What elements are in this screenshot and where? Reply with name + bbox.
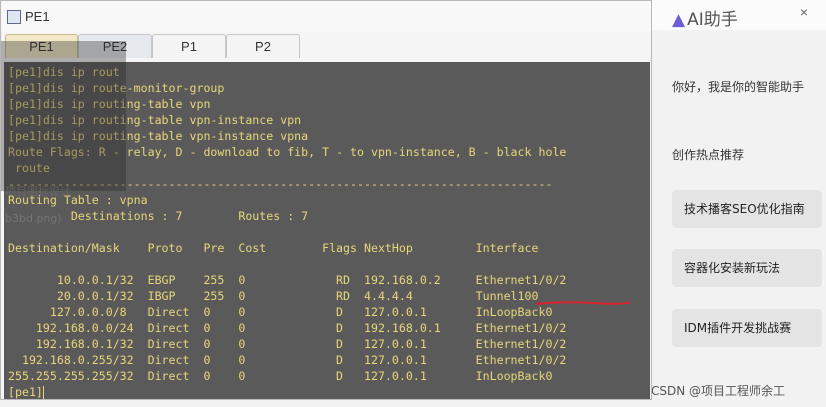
app-icon — [7, 10, 21, 24]
close-icon[interactable]: × — [792, 4, 816, 22]
terminal-line: 255.255.255.255/32 Direct 0 0 D 127.0.0.… — [8, 369, 553, 383]
ghost-text: 项目图标设计 — [5, 185, 71, 198]
terminal-line: 192.168.0.1/32 Direct 0 0 D 127.0.0.1 Et… — [8, 337, 567, 351]
watermark: CSDN @项目工程师余工 — [651, 384, 786, 398]
hot-topics-title: 创作热点推荐 — [672, 148, 745, 162]
terminal-line: Destination/Mask Proto Pre Cost Flags Ne… — [8, 241, 539, 255]
assistant-name: AI助手 — [687, 10, 738, 30]
terminal-line: 127.0.0.0/8 Direct 0 0 D 127.0.0.1 InLoo… — [8, 305, 553, 319]
terminal-prompt[interactable]: [pe1] — [8, 384, 44, 399]
annotation-underline — [535, 301, 631, 305]
ai-logo-icon: ▲ — [672, 10, 686, 30]
ghost-text: b3bd.png) — [5, 212, 62, 225]
text-cursor — [42, 386, 44, 399]
terminal-line: 10.0.0.1/32 EBGP 255 0 RD 192.168.0.2 Et… — [8, 273, 567, 287]
terminal-line: 192.168.0.255/32 Direct 0 0 D 127.0.0.1 … — [8, 353, 567, 367]
terminal-line: 20.0.0.1/32 IBGP 255 0 RD 4.4.4.4 Tunnel… — [8, 289, 539, 303]
tab-p1[interactable]: P1 — [152, 34, 226, 58]
hot-topic-item[interactable]: 容器化安装新玩法 — [672, 249, 822, 287]
terminal-line: 192.168.0.0/24 Direct 0 0 D 192.168.0.1 … — [8, 321, 567, 335]
prompt-text: [pe1] — [8, 385, 43, 399]
hot-topic-item[interactable]: IDM插件开发挑战赛 — [672, 309, 822, 347]
overlay-ghost — [1, 41, 126, 191]
assistant-greeting: 你好，我是你的智能助手 — [672, 80, 805, 94]
hot-topic-item[interactable]: 技术播客SEO优化指南 — [672, 190, 822, 228]
terminal-window: PE1 PE1 PE2 P1 P2 [pe1]dis ip rout [pe1]… — [0, 0, 652, 400]
tab-p2[interactable]: P2 — [226, 34, 300, 58]
assistant-logo: ▲ AI助手 — [672, 5, 738, 30]
window-titlebar: PE1 — [1, 1, 651, 32]
window-title: PE1 — [25, 9, 50, 24]
